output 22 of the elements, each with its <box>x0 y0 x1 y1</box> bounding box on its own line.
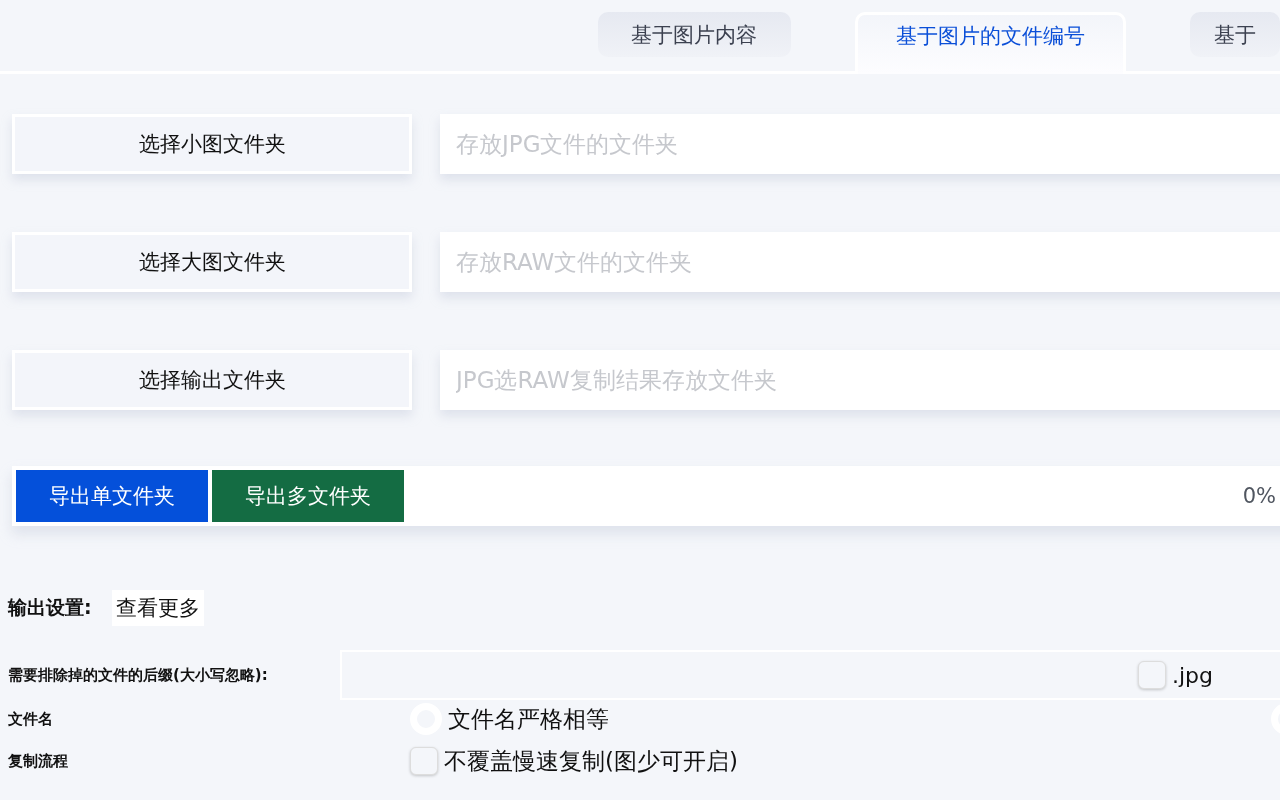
checkbox-label: .jpg <box>1172 662 1214 688</box>
setting-label: 需要排除掉的文件的后缀(大小写忽略): <box>8 665 269 685</box>
export-button[interactable]: 导出单文件夹 <box>16 470 208 522</box>
folder-path-field[interactable]: 存放JPG文件的文件夹 <box>440 114 1280 174</box>
tab[interactable]: 基于 <box>1190 12 1280 57</box>
select-folder-button[interactable]: 选择小图文件夹 <box>12 114 412 174</box>
suffix-field[interactable]: .jpg <box>340 650 1280 700</box>
checkbox[interactable] <box>1138 661 1166 689</box>
tab[interactable]: 基于图片内容 <box>598 12 791 57</box>
setting-label: 复制流程 <box>8 751 69 771</box>
folder-path-field[interactable]: 存放RAW文件的文件夹 <box>440 232 1280 292</box>
checkbox[interactable] <box>410 747 438 775</box>
view-more-button[interactable]: 查看更多 <box>111 590 204 626</box>
settings-title: 输出设置: <box>8 595 92 620</box>
radio-label: 文件名严格相等 <box>448 704 609 734</box>
export-button[interactable]: 导出多文件夹 <box>212 470 404 522</box>
setting-label: 文件名 <box>8 709 54 729</box>
checkbox-label: 不覆盖慢速复制(图少可开启) <box>444 746 738 776</box>
progress-reading: 0% <box>1242 484 1276 508</box>
tab[interactable]: 基于图片的文件编号 <box>854 12 1126 74</box>
select-folder-button[interactable]: 选择大图文件夹 <box>12 232 412 292</box>
select-folder-button[interactable]: 选择输出文件夹 <box>12 350 412 410</box>
